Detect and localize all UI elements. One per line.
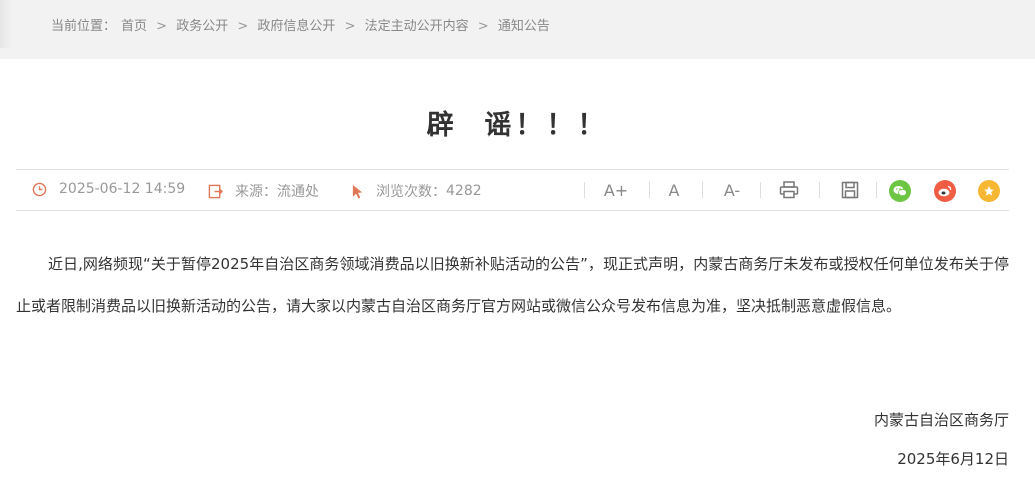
view-count-label: 浏览次数：: [376, 184, 446, 200]
cursor-icon: [352, 184, 363, 198]
article-signature: 内蒙古自治区商务厅: [873, 411, 1009, 429]
toolbar-divider: [584, 182, 585, 198]
breadcrumb-shade: [0, 0, 12, 48]
article-source: 来源：流通处: [208, 181, 319, 201]
share-weibo-button[interactable]: [934, 180, 956, 202]
article-source-text: 来源：流通处: [235, 184, 319, 200]
breadcrumb-separator: >: [237, 19, 249, 34]
font-normal-button[interactable]: A: [664, 178, 684, 202]
breadcrumb-public-affairs-link[interactable]: 政务公开: [176, 19, 228, 34]
publish-date: 2025-06-12 14:59: [32, 181, 185, 197]
article-meta-bar: 2025-06-12 14:59 来源：流通处 浏览次数： 4282 A+ A A…: [16, 169, 1009, 211]
font-larger-button[interactable]: A+: [600, 178, 632, 202]
toolbar-divider: [760, 182, 761, 198]
save-icon: [841, 181, 859, 199]
toolbar-divider: [876, 182, 877, 198]
breadcrumb-separator: >: [344, 19, 356, 34]
print-icon: [779, 181, 799, 199]
breadcrumb-label: 当前位置：: [51, 19, 117, 34]
breadcrumb-statutory-link[interactable]: 法定主动公开内容: [365, 19, 469, 34]
breadcrumb-home-link[interactable]: 首页: [121, 19, 147, 34]
favorite-button[interactable]: [978, 180, 1000, 202]
font-smaller-button[interactable]: A-: [718, 178, 746, 202]
breadcrumb-separator: >: [477, 19, 489, 34]
article-body: 近日,网络频现“关于暂停2025年自治区商务领域消费品以旧换新补贴活动的公告”，…: [16, 255, 1009, 315]
star-icon: [984, 186, 994, 196]
view-count: 浏览次数： 4282: [351, 181, 482, 201]
print-button[interactable]: [778, 178, 800, 202]
save-button[interactable]: [839, 178, 861, 202]
breadcrumb-notice-link[interactable]: 通知公告: [498, 19, 550, 34]
article-title: 辟 谣！！！: [426, 110, 609, 141]
clock-icon: [32, 182, 47, 196]
toolbar-divider: [819, 182, 820, 198]
breadcrumb-separator: >: [156, 19, 168, 34]
toolbar-divider: [649, 182, 650, 198]
toolbar-divider: [702, 182, 703, 198]
share-wechat-button[interactable]: [889, 180, 911, 202]
view-count-value: 4282: [446, 183, 482, 199]
breadcrumb: 当前位置： 首页 > 政务公开 > 政府信息公开 > 法定主动公开内容 > 通知公…: [51, 15, 555, 34]
wechat-icon: [893, 186, 907, 197]
breadcrumb-gov-info-link[interactable]: 政府信息公开: [257, 19, 335, 34]
article-signature-date: 2025年6月12日: [897, 450, 1009, 468]
source-icon: [208, 184, 223, 198]
weibo-icon: [938, 185, 952, 197]
publish-date-text: 2025-06-12 14:59: [59, 181, 186, 197]
breadcrumb-bar: 当前位置： 首页 > 政务公开 > 政府信息公开 > 法定主动公开内容 > 通知公…: [0, 0, 1035, 48]
